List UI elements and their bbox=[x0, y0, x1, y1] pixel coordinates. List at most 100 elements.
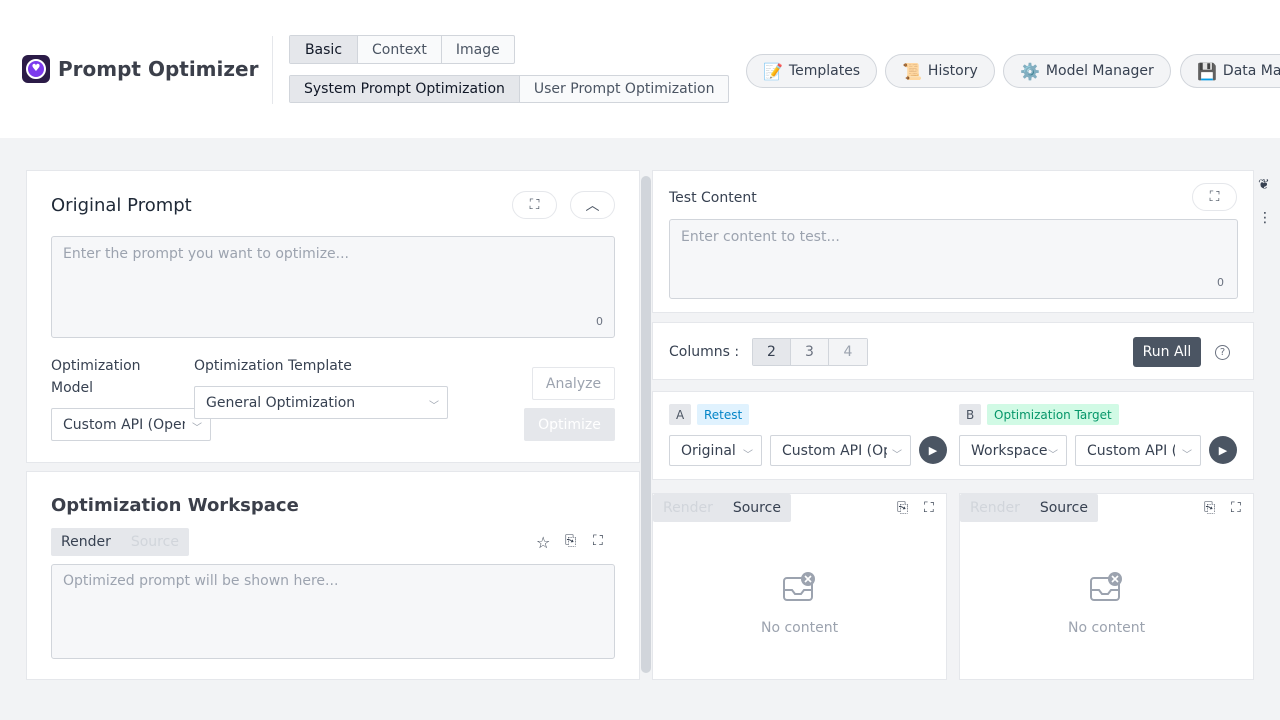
templates-label: Templates bbox=[788, 63, 861, 79]
copy-icon[interactable]: ⎘ bbox=[565, 533, 576, 549]
chevron-down-icon: ﹀ bbox=[1182, 450, 1192, 461]
variant-b-version-select[interactable]: Workspace ﹀ bbox=[959, 435, 1067, 466]
app-header: ♥ Prompt Optimizer Basic Context Image S… bbox=[0, 0, 1280, 138]
workspace-title: Optimization Workspace bbox=[51, 495, 299, 516]
optimization-template-label: Optimization Template bbox=[194, 358, 352, 374]
tab-basic[interactable]: Basic bbox=[290, 36, 358, 63]
columns-option-4[interactable]: 4 bbox=[829, 339, 867, 365]
copy-icon[interactable]: ⎘ bbox=[1204, 500, 1215, 516]
star-icon[interactable]: ☆ bbox=[536, 533, 550, 552]
app-title: Prompt Optimizer bbox=[58, 57, 259, 81]
scroll-icon: 📜 bbox=[902, 61, 922, 81]
mode-tabs: Basic Context Image bbox=[289, 35, 515, 64]
variant-a-model-select[interactable]: Custom API (OpenAI) ﹀ bbox=[770, 435, 911, 466]
chevron-down-icon: ﹀ bbox=[1048, 450, 1058, 461]
gear-icon: ⚙️ bbox=[1020, 61, 1040, 81]
run-all-button[interactable]: Run All bbox=[1133, 337, 1201, 367]
history-label: History bbox=[927, 63, 978, 79]
optimize-button[interactable]: Optimize bbox=[524, 408, 615, 441]
left-column-scrollbar[interactable] bbox=[641, 176, 651, 673]
source-tab[interactable]: Source bbox=[1029, 494, 1098, 522]
source-tab[interactable]: Source bbox=[722, 494, 791, 522]
data-manager-button[interactable]: 💾 Data Manager bbox=[1180, 54, 1280, 88]
render-tab[interactable]: Render bbox=[960, 494, 1030, 522]
tab-user-prompt[interactable]: User Prompt Optimization bbox=[520, 76, 729, 102]
test-content-panel: Test Content ⛶ Enter content to test... … bbox=[652, 170, 1254, 313]
play-icon: ▶ bbox=[1218, 443, 1228, 457]
play-icon: ▶ bbox=[928, 443, 938, 457]
empty-message: No content bbox=[761, 620, 839, 636]
variant-a-model: Custom API (OpenAI) bbox=[782, 442, 887, 459]
test-char-counter: 0 bbox=[1217, 276, 1224, 289]
test-content-title: Test Content bbox=[669, 190, 757, 206]
expand-button[interactable]: ⛶ bbox=[512, 191, 557, 219]
collapse-button[interactable]: ︿ bbox=[570, 191, 615, 219]
chevron-down-icon: ﹀ bbox=[743, 450, 753, 461]
test-content-input[interactable]: Enter content to test... bbox=[669, 219, 1238, 299]
floppy-disk-icon: 💾 bbox=[1197, 61, 1217, 81]
model-value: Custom API (OpenAI) bbox=[63, 416, 185, 433]
chevron-down-icon: ﹀ bbox=[892, 450, 902, 461]
variant-a-tag: Retest bbox=[697, 404, 750, 425]
variant-b-model-select[interactable]: Custom API (OpenAI) ﹀ bbox=[1075, 435, 1201, 466]
tab-image[interactable]: Image bbox=[442, 36, 514, 63]
fullscreen-icon[interactable]: ⛶ bbox=[1231, 500, 1241, 516]
templates-button[interactable]: 📝 Templates bbox=[746, 54, 878, 88]
variant-b-letter: B bbox=[959, 404, 982, 425]
original-prompt-input[interactable]: Enter the prompt you want to optimize... bbox=[51, 236, 615, 338]
variant-a-letter: A bbox=[669, 404, 692, 425]
columns-selector: 2 3 4 bbox=[752, 338, 868, 366]
empty-message: No content bbox=[1068, 620, 1146, 636]
optimization-workspace-panel: Optimization Workspace Render Source ☆ ⎘… bbox=[26, 471, 640, 680]
optimization-model-select[interactable]: Custom API (OpenAI) ﹀ bbox=[51, 408, 211, 441]
chevron-down-icon: ﹀ bbox=[429, 401, 439, 412]
result-b-panel: Render Source ⎘ ⛶ No content bbox=[959, 493, 1254, 680]
result-b-view-tabs: Render Source bbox=[960, 494, 1098, 522]
app-logo: ♥ bbox=[22, 55, 50, 83]
optimization-model-label: Optimization Model bbox=[51, 358, 141, 396]
expand-icon: ⛶ bbox=[529, 197, 540, 213]
original-prompt-panel: Original Prompt ⛶ ︿ Enter the prompt you… bbox=[26, 170, 640, 463]
copy-icon[interactable]: ⎘ bbox=[897, 500, 908, 516]
optimization-template-select[interactable]: General Optimization ﹀ bbox=[194, 386, 448, 419]
tab-system-prompt[interactable]: System Prompt Optimization bbox=[290, 76, 520, 102]
test-expand-button[interactable]: ⛶ bbox=[1192, 183, 1237, 211]
model-manager-button[interactable]: ⚙️ Model Manager bbox=[1003, 54, 1171, 88]
memo-icon: 📝 bbox=[763, 61, 783, 81]
variant-a-run-button[interactable]: ▶ bbox=[919, 436, 947, 464]
fullscreen-icon[interactable]: ⛶ bbox=[593, 533, 603, 549]
result-a-panel: Render Source ⎘ ⛶ No content bbox=[652, 493, 947, 680]
variant-b-run-button[interactable]: ▶ bbox=[1209, 436, 1237, 464]
inbox-empty-icon bbox=[783, 572, 815, 601]
data-manager-label: Data Manager bbox=[1222, 63, 1280, 79]
chevron-down-icon: ﹀ bbox=[192, 423, 202, 434]
model-manager-label: Model Manager bbox=[1045, 63, 1154, 79]
template-value: General Optimization bbox=[206, 394, 356, 411]
header-divider bbox=[272, 36, 273, 104]
tab-context[interactable]: Context bbox=[358, 36, 442, 63]
render-tab[interactable]: Render bbox=[653, 494, 723, 522]
variant-a-version: Original bbox=[681, 442, 736, 459]
variant-b-tag: Optimization Target bbox=[987, 404, 1119, 425]
help-icon[interactable]: ? bbox=[1215, 345, 1230, 360]
render-tab[interactable]: Render bbox=[51, 528, 121, 556]
columns-option-3[interactable]: 3 bbox=[791, 339, 829, 365]
expand-icon: ⛶ bbox=[1209, 189, 1220, 205]
more-vertical-icon[interactable]: ⋮ bbox=[1258, 210, 1272, 226]
workspace-view-tabs: Render Source bbox=[51, 528, 189, 556]
variant-a-version-select[interactable]: Original ﹀ bbox=[669, 435, 762, 466]
source-tab[interactable]: Source bbox=[120, 528, 189, 556]
analyze-button[interactable]: Analyze bbox=[532, 367, 615, 400]
optimized-prompt-output[interactable]: Optimized prompt will be shown here... bbox=[51, 564, 615, 659]
history-button[interactable]: 📜 History bbox=[885, 54, 995, 88]
heart-icon: ♥ bbox=[26, 59, 46, 79]
lotus-icon[interactable]: ❦ bbox=[1258, 177, 1270, 193]
variant-b-version: Workspace bbox=[971, 442, 1047, 459]
variant-b-model: Custom API (OpenAI) bbox=[1087, 442, 1175, 459]
columns-option-2[interactable]: 2 bbox=[753, 339, 791, 365]
inbox-empty-icon bbox=[1090, 572, 1122, 601]
columns-label: Columns : bbox=[669, 344, 740, 360]
fullscreen-icon[interactable]: ⛶ bbox=[924, 500, 934, 516]
char-counter: 0 bbox=[596, 315, 603, 328]
optimization-type-tabs: System Prompt Optimization User Prompt O… bbox=[289, 75, 730, 103]
